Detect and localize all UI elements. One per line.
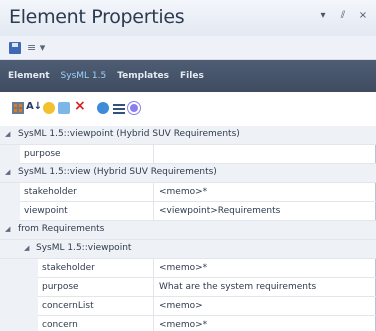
property-value[interactable]: <viewpoint>Requirements [154,202,280,220]
property-name: stakeholder [38,259,154,277]
property-grid: ◢ SysML 1.5::viewpoint (Hybrid SUV Requi… [0,126,376,331]
section-label: SysML 1.5::view (Hybrid SUV Requirements… [18,167,217,177]
property-toolbar: A↓ × [0,92,376,126]
property-name: purpose [38,278,154,296]
subsection-header[interactable]: ◢ SysML 1.5::viewpoint [0,240,376,259]
row-gutter [0,316,38,331]
tab-element[interactable]: Element [8,71,50,81]
row-gutter [0,259,38,278]
sort-alphabetical-icon[interactable]: A↓ [26,101,42,113]
menu-icon[interactable]: ≡ ▾ [27,41,45,54]
categorized-icon[interactable] [12,102,24,114]
collapse-caret-icon[interactable]: ◢ [5,130,10,138]
filter-icon[interactable] [113,102,125,114]
property-row[interactable]: concern <memo>* [0,316,376,331]
tab-templates[interactable]: Templates [117,71,169,81]
property-name: stakeholder [20,183,154,201]
collapse-caret-icon[interactable]: ◢ [24,244,29,252]
dropdown-icon[interactable]: ▾ [318,10,328,21]
save-icon[interactable] [9,42,21,54]
title-bar: Element Properties ▾ ⫽ × [0,0,376,36]
property-name: concernList [38,297,154,315]
row-gutter [0,278,38,297]
property-row[interactable]: purpose [0,145,376,164]
property-name: concern [38,316,154,331]
property-row[interactable]: stakeholder <memo>* [0,183,376,202]
property-value[interactable]: <memo>* [154,259,207,277]
close-icon[interactable]: × [358,10,368,21]
row-gutter [0,202,20,221]
property-row[interactable]: viewpoint <viewpoint>Requirements [0,202,376,221]
edit-icon[interactable] [58,102,70,114]
collapse-caret-icon[interactable]: ◢ [5,225,10,233]
property-row[interactable]: stakeholder <memo>* [0,259,376,278]
row-gutter [0,183,20,202]
tab-strip: Element SysML 1.5 Templates Files [0,60,376,92]
window-title: Element Properties [9,6,185,28]
globe-icon[interactable] [97,102,109,114]
property-value[interactable]: <memo>* [154,183,207,201]
new-tag-icon[interactable] [43,102,55,114]
target-icon[interactable] [128,102,140,114]
property-name: purpose [20,145,154,163]
property-value[interactable] [154,145,159,163]
section-header[interactable]: ◢ SysML 1.5::viewpoint (Hybrid SUV Requi… [0,126,376,145]
section-header[interactable]: ◢ from Requirements [0,221,376,240]
section-label: from Requirements [18,224,105,234]
property-value[interactable]: What are the system requirements [154,278,316,296]
pin-icon[interactable]: ⫽ [338,10,348,21]
quick-toolbar: ≡ ▾ [0,36,376,60]
window-controls: ▾ ⫽ × [318,10,368,21]
tab-files[interactable]: Files [180,71,204,81]
row-gutter [0,297,38,316]
row-gutter [0,145,20,164]
property-value[interactable]: <memo>* [154,316,207,331]
property-value[interactable]: <memo> [154,297,203,315]
property-row[interactable]: purpose What are the system requirements [0,278,376,297]
delete-icon[interactable]: × [74,98,86,114]
element-properties-window: Element Properties ▾ ⫽ × ≡ ▾ Element Sys… [0,0,376,331]
collapse-caret-icon[interactable]: ◢ [5,168,10,176]
section-label: SysML 1.5::viewpoint (Hybrid SUV Require… [18,129,240,139]
section-header[interactable]: ◢ SysML 1.5::view (Hybrid SUV Requiremen… [0,164,376,183]
tab-sysml[interactable]: SysML 1.5 [61,71,107,81]
property-name: viewpoint [20,202,154,220]
subsection-label: SysML 1.5::viewpoint [36,243,132,253]
property-row[interactable]: concernList <memo> [0,297,376,316]
